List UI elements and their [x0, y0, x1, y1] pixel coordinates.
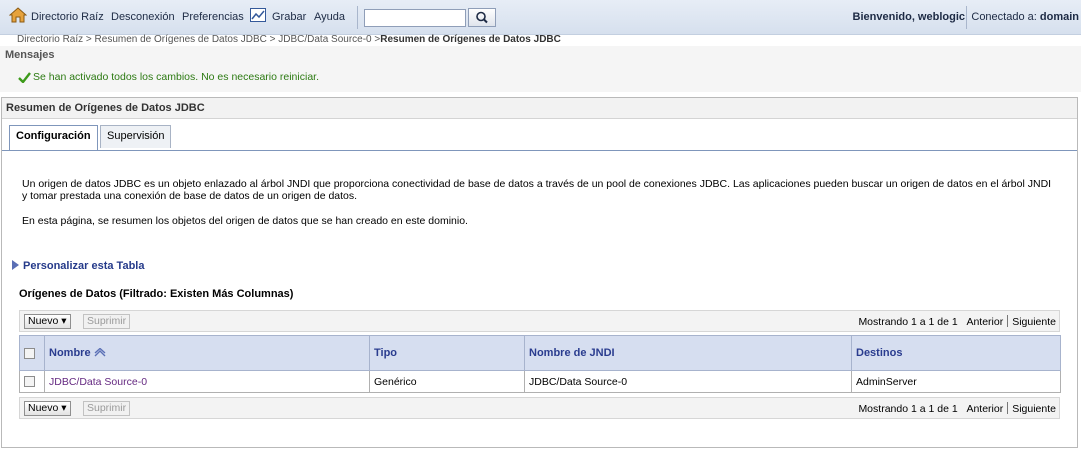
breadcrumb-item[interactable]: Resumen de Orígenes de Datos JDBC >	[95, 34, 276, 45]
row-checkbox[interactable]	[24, 376, 35, 388]
column-header-targets[interactable]: Destinos	[851, 335, 1061, 371]
connected-info: Conectado a: domain	[971, 11, 1079, 23]
description-paragraph: Un origen de datos JDBC es un objeto enl…	[22, 178, 1052, 202]
paging-info: Mostrando 1 a 1 de 1	[858, 316, 958, 328]
home-link[interactable]: Directorio Raíz	[31, 11, 104, 23]
chevron-down-icon: ▾	[61, 315, 67, 327]
pagination: Mostrando 1 a 1 de 1 Anterior Siguiente	[858, 315, 1056, 328]
delete-button: Suprimir	[83, 314, 131, 329]
paging-info: Mostrando 1 a 1 de 1	[858, 403, 958, 415]
data-sources-table: Nombre Tipo Nombre de JNDI Destinos JDBC…	[19, 335, 1061, 393]
preferences-link[interactable]: Preferencias	[182, 11, 244, 23]
new-button-label: Nuevo	[28, 402, 59, 414]
check-icon	[18, 72, 31, 83]
targets-cell: AdminServer	[851, 370, 1061, 393]
breadcrumb: Directorio Raíz > Resumen de Orígenes de…	[17, 34, 561, 45]
record-link[interactable]: Grabar	[272, 11, 306, 23]
tab-configuration[interactable]: Configuración	[9, 125, 98, 150]
record-icon[interactable]	[250, 8, 266, 22]
breadcrumb-current: Resumen de Orígenes de Datos JDBC	[380, 34, 561, 45]
name-cell: JDBC/Data Source-0	[44, 370, 370, 393]
search-button[interactable]	[468, 8, 496, 27]
chevron-down-icon: ▾	[61, 402, 67, 414]
toolbar-divider	[357, 6, 358, 29]
delete-button: Suprimir	[83, 401, 131, 416]
tab-monitoring[interactable]: Supervisión	[100, 125, 172, 148]
panel-title: Resumen de Orígenes de Datos JDBC	[6, 102, 205, 114]
help-link[interactable]: Ayuda	[314, 11, 345, 23]
top-toolbar: Directorio Raíz Desconexión Preferencias…	[0, 0, 1081, 35]
column-header-name[interactable]: Nombre	[44, 335, 370, 371]
logout-link[interactable]: Desconexión	[111, 11, 175, 23]
table-action-bar: Nuevo ▾ Suprimir Mostrando 1 a 1 de 1 An…	[19, 310, 1060, 332]
type-cell: Genérico	[369, 370, 525, 393]
select-all-checkbox[interactable]	[24, 347, 35, 359]
connected-domain: domain	[1039, 11, 1079, 23]
expand-triangle-icon	[12, 260, 19, 270]
next-page-link[interactable]: Siguiente	[1012, 403, 1056, 415]
table-title: Orígenes de Datos (Filtrado: Existen Más…	[19, 288, 294, 300]
customize-table-link[interactable]: Personalizar esta Tabla	[12, 260, 144, 272]
table-action-bar-bottom: Nuevo ▾ Suprimir Mostrando 1 a 1 de 1 An…	[19, 397, 1060, 419]
breadcrumb-item[interactable]: Directorio Raíz >	[17, 34, 92, 45]
messages-title: Mensajes	[5, 49, 55, 61]
pager-divider	[1007, 402, 1009, 414]
new-button-label: Nuevo	[28, 315, 59, 327]
jndi-cell: JDBC/Data Source-0	[524, 370, 852, 393]
select-all-cell	[19, 335, 45, 371]
summary-panel: Resumen de Orígenes de Datos JDBC Config…	[1, 97, 1078, 448]
prev-page-link[interactable]: Anterior	[966, 316, 1003, 328]
column-header-type[interactable]: Tipo	[369, 335, 525, 371]
new-button[interactable]: Nuevo ▾	[24, 314, 71, 329]
next-page-link[interactable]: Siguiente	[1012, 316, 1056, 328]
table-row: JDBC/Data Source-0 Genérico JDBC/Data So…	[19, 370, 1061, 393]
column-header-jndi[interactable]: Nombre de JNDI	[524, 335, 852, 371]
home-icon[interactable]	[9, 7, 27, 23]
welcome-text: Bienvenido, weblogic	[852, 11, 965, 23]
connected-label: Conectado a:	[971, 11, 1037, 23]
row-select-cell	[19, 370, 45, 393]
panel-header: Resumen de Orígenes de Datos JDBC	[2, 98, 1077, 119]
pagination: Mostrando 1 a 1 de 1 Anterior Siguiente	[858, 402, 1056, 415]
success-message: Se han activado todos los cambios. No es…	[33, 71, 319, 83]
search-input[interactable]	[364, 9, 466, 27]
table-header-row: Nombre Tipo Nombre de JNDI Destinos	[19, 335, 1061, 371]
customize-label: Personalizar esta Tabla	[23, 260, 145, 272]
column-label: Nombre	[49, 347, 91, 359]
data-source-link[interactable]: JDBC/Data Source-0	[49, 376, 147, 388]
prev-page-link[interactable]: Anterior	[966, 403, 1003, 415]
toolbar-divider	[966, 6, 967, 29]
magnifier-icon	[476, 11, 488, 24]
messages-area: Mensajes Se han activado todos los cambi…	[0, 46, 1081, 92]
pager-divider	[1007, 315, 1009, 327]
description-paragraph: En esta página, se resumen los objetos d…	[22, 215, 468, 227]
new-button[interactable]: Nuevo ▾	[24, 401, 71, 416]
breadcrumb-item[interactable]: JDBC/Data Source-0 >	[278, 34, 380, 45]
tab-bar: Configuración Supervisión	[2, 123, 1077, 151]
sort-ascending-icon	[94, 348, 106, 357]
